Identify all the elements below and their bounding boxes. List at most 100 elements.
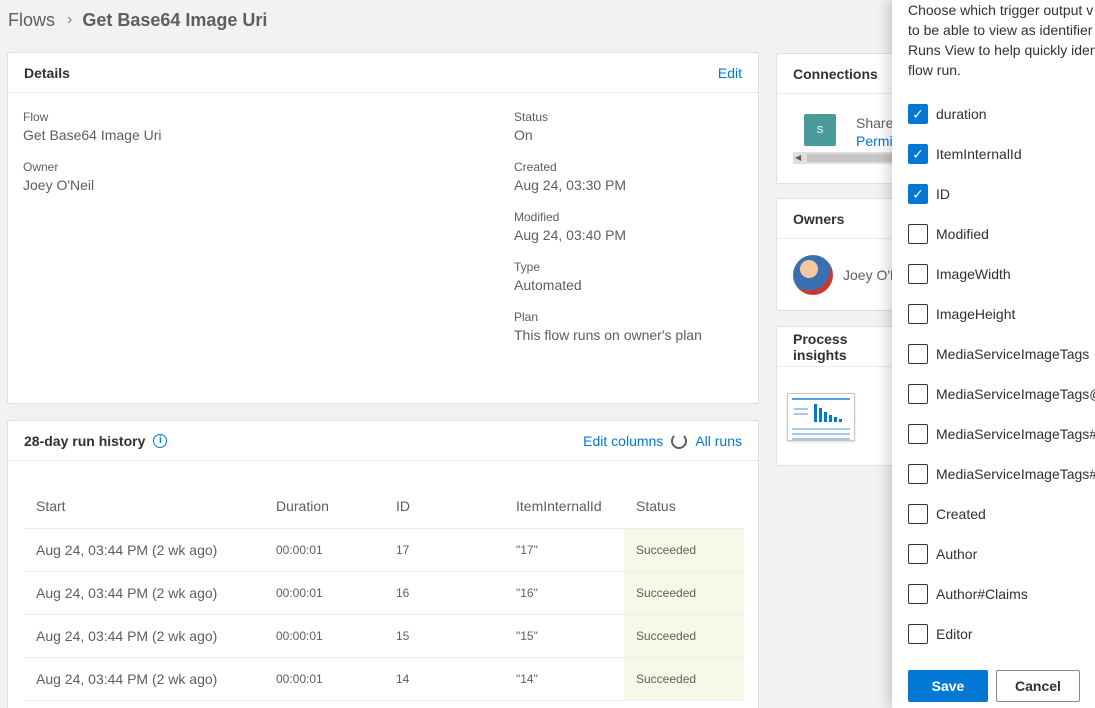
page-title: Get Base64 Image Uri bbox=[82, 9, 268, 30]
checkbox-icon[interactable] bbox=[908, 504, 928, 524]
scrollbar-thumb[interactable] bbox=[807, 154, 899, 162]
checkbox-icon[interactable] bbox=[908, 544, 928, 564]
avatar bbox=[793, 255, 833, 295]
run-history-table: Start Duration ID ItemInternalId Status … bbox=[24, 485, 744, 701]
table-row[interactable]: Aug 24, 03:44 PM (2 wk ago) 00:00:01 16 … bbox=[24, 571, 744, 615]
run-start[interactable]: Aug 24, 03:44 PM (2 wk ago) bbox=[24, 528, 264, 572]
checkbox-checked-icon[interactable]: ✓ bbox=[908, 104, 928, 124]
option-label: MediaServiceImageTags#V bbox=[936, 466, 1095, 482]
table-row[interactable]: Aug 24, 03:44 PM (2 wk ago) 00:00:01 14 … bbox=[24, 657, 744, 701]
option-mediaserviceimagetags[interactable]: MediaServiceImageTags bbox=[908, 344, 1089, 364]
info-icon[interactable]: i bbox=[153, 433, 168, 448]
option-mediaserviceimagetags-hash-2[interactable]: MediaServiceImageTags#V bbox=[908, 464, 1095, 484]
option-label: MediaServiceImageTags#V bbox=[936, 426, 1095, 442]
process-insights-thumbnail[interactable] bbox=[787, 393, 855, 441]
checkbox-checked-icon[interactable]: ✓ bbox=[908, 144, 928, 164]
run-item-id: "15" bbox=[504, 614, 624, 658]
type-label: Type bbox=[514, 260, 541, 274]
edit-details-link[interactable]: Edit bbox=[718, 65, 742, 81]
connections-card: Connections S ShareP Permis ◀ bbox=[776, 53, 906, 184]
run-start[interactable]: Aug 24, 03:44 PM (2 wk ago) bbox=[24, 657, 264, 701]
run-id: 16 bbox=[384, 571, 504, 615]
refresh-icon[interactable] bbox=[671, 432, 688, 449]
column-header-status[interactable]: Status bbox=[624, 485, 744, 529]
option-label: duration bbox=[936, 106, 987, 122]
run-status: Succeeded bbox=[624, 571, 744, 615]
option-label: Author#Claims bbox=[936, 586, 1028, 602]
run-duration: 00:00:01 bbox=[264, 657, 384, 701]
column-header-duration[interactable]: Duration bbox=[264, 485, 384, 529]
option-label: ID bbox=[936, 186, 950, 202]
horizontal-scrollbar[interactable]: ◀ bbox=[793, 152, 903, 164]
option-duration[interactable]: ✓ duration bbox=[908, 104, 987, 124]
run-id: 17 bbox=[384, 528, 504, 572]
option-author[interactable]: Author bbox=[908, 544, 977, 564]
table-row[interactable]: Aug 24, 03:44 PM (2 wk ago) 00:00:01 17 … bbox=[24, 528, 744, 572]
option-iteminternalid[interactable]: ✓ ItemInternalId bbox=[908, 144, 1022, 164]
plan-value: This flow runs on owner's plan bbox=[514, 327, 702, 343]
run-item-id: "14" bbox=[504, 657, 624, 701]
run-status: Succeeded bbox=[624, 528, 744, 572]
checkbox-icon[interactable] bbox=[908, 584, 928, 604]
option-modified[interactable]: Modified bbox=[908, 224, 989, 244]
checkbox-icon[interactable] bbox=[908, 224, 928, 244]
option-label: ItemInternalId bbox=[936, 146, 1022, 162]
details-title: Details bbox=[24, 64, 70, 81]
run-start[interactable]: Aug 24, 03:44 PM (2 wk ago) bbox=[24, 614, 264, 658]
option-imagewidth[interactable]: ImageWidth bbox=[908, 264, 1011, 284]
run-duration: 00:00:01 bbox=[264, 528, 384, 572]
option-editor[interactable]: Editor bbox=[908, 624, 973, 644]
flow-field: Flow Get Base64 Image Uri bbox=[23, 109, 162, 144]
created-value: Aug 24, 03:30 PM bbox=[514, 177, 627, 193]
option-created[interactable]: Created bbox=[908, 504, 986, 524]
table-row[interactable]: Aug 24, 03:44 PM (2 wk ago) 00:00:01 15 … bbox=[24, 614, 744, 658]
checkbox-icon[interactable] bbox=[908, 304, 928, 324]
panel-description: Choose which trigger output v to be able… bbox=[908, 2, 1095, 78]
created-label: Created bbox=[514, 160, 557, 174]
run-start[interactable]: Aug 24, 03:44 PM (2 wk ago) bbox=[24, 571, 264, 615]
option-label: ImageWidth bbox=[936, 266, 1011, 282]
type-value: Automated bbox=[514, 277, 582, 293]
sharepoint-icon: S bbox=[804, 114, 836, 146]
all-runs-link[interactable]: All runs bbox=[695, 433, 742, 449]
save-button[interactable]: Save bbox=[908, 670, 988, 702]
option-mediaserviceimagetags-at[interactable]: MediaServiceImageTags@ bbox=[908, 384, 1095, 404]
flow-value: Get Base64 Image Uri bbox=[23, 127, 162, 143]
scroll-left-icon[interactable]: ◀ bbox=[795, 152, 801, 164]
breadcrumb-flows-link[interactable]: Flows bbox=[8, 10, 55, 31]
connections-title: Connections bbox=[793, 65, 878, 82]
status-value: On bbox=[514, 127, 533, 143]
run-item-id: "17" bbox=[504, 528, 624, 572]
checkbox-icon[interactable] bbox=[908, 624, 928, 644]
status-field: Status On bbox=[514, 109, 548, 144]
checkbox-icon[interactable] bbox=[908, 424, 928, 444]
modified-field: Modified Aug 24, 03:40 PM bbox=[514, 209, 626, 244]
run-id: 15 bbox=[384, 614, 504, 658]
option-author-claims[interactable]: Author#Claims bbox=[908, 584, 1028, 604]
checkbox-icon[interactable] bbox=[908, 344, 928, 364]
run-duration: 00:00:01 bbox=[264, 614, 384, 658]
modified-label: Modified bbox=[514, 210, 560, 224]
cancel-button[interactable]: Cancel bbox=[996, 670, 1080, 702]
checkbox-checked-icon[interactable]: ✓ bbox=[908, 184, 928, 204]
run-item-id: "16" bbox=[504, 571, 624, 615]
option-label: Created bbox=[936, 506, 986, 522]
breadcrumb: Flows › Get Base64 Image Uri bbox=[8, 8, 267, 32]
column-header-start[interactable]: Start bbox=[24, 485, 264, 529]
status-label: Status bbox=[514, 110, 549, 124]
process-insights-card: Process insights bbox=[776, 326, 906, 466]
option-id[interactable]: ✓ ID bbox=[908, 184, 950, 204]
column-header-iteminternalid[interactable]: ItemInternalId bbox=[504, 485, 624, 529]
edit-columns-link[interactable]: Edit columns bbox=[583, 433, 663, 449]
column-header-id[interactable]: ID bbox=[384, 485, 504, 529]
process-insights-title: Process insights bbox=[793, 330, 848, 363]
option-imageheight[interactable]: ImageHeight bbox=[908, 304, 1015, 324]
details-card: Details Edit Flow Get Base64 Image Uri O… bbox=[7, 52, 759, 404]
table-header-row: Start Duration ID ItemInternalId Status bbox=[24, 485, 744, 529]
run-duration: 00:00:01 bbox=[264, 571, 384, 615]
option-mediaserviceimagetags-hash-1[interactable]: MediaServiceImageTags#V bbox=[908, 424, 1095, 444]
checkbox-icon[interactable] bbox=[908, 464, 928, 484]
checkbox-icon[interactable] bbox=[908, 264, 928, 284]
checkbox-icon[interactable] bbox=[908, 384, 928, 404]
edit-columns-panel: Choose which trigger output v to be able… bbox=[892, 0, 1095, 708]
